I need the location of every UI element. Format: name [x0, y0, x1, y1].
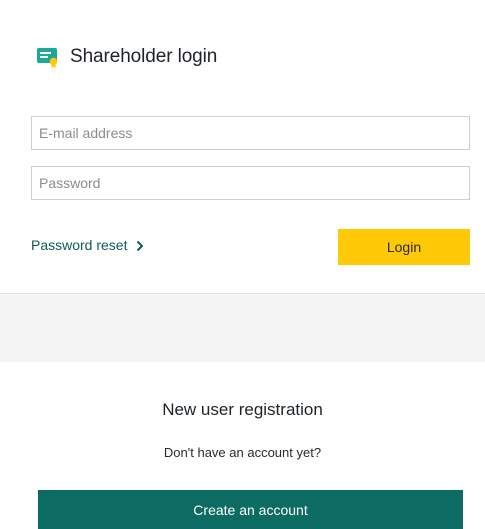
registration-subtitle: Don't have an account yet?: [163, 445, 322, 460]
registration-title: New user registration: [162, 400, 323, 419]
login-button[interactable]: Login: [338, 229, 470, 265]
login-header: Shareholder login: [36, 45, 217, 69]
email-field[interactable]: [31, 116, 470, 150]
password-reset-link[interactable]: Password reset: [31, 237, 145, 253]
password-reset-label: Password reset: [31, 237, 128, 253]
section-separator-band: [0, 294, 485, 362]
page-title: Shareholder login: [70, 46, 218, 67]
chevron-right-icon: [135, 239, 145, 252]
create-account-button[interactable]: Create an account: [38, 490, 463, 529]
password-field[interactable]: [31, 166, 470, 200]
certificate-icon: [36, 45, 60, 69]
